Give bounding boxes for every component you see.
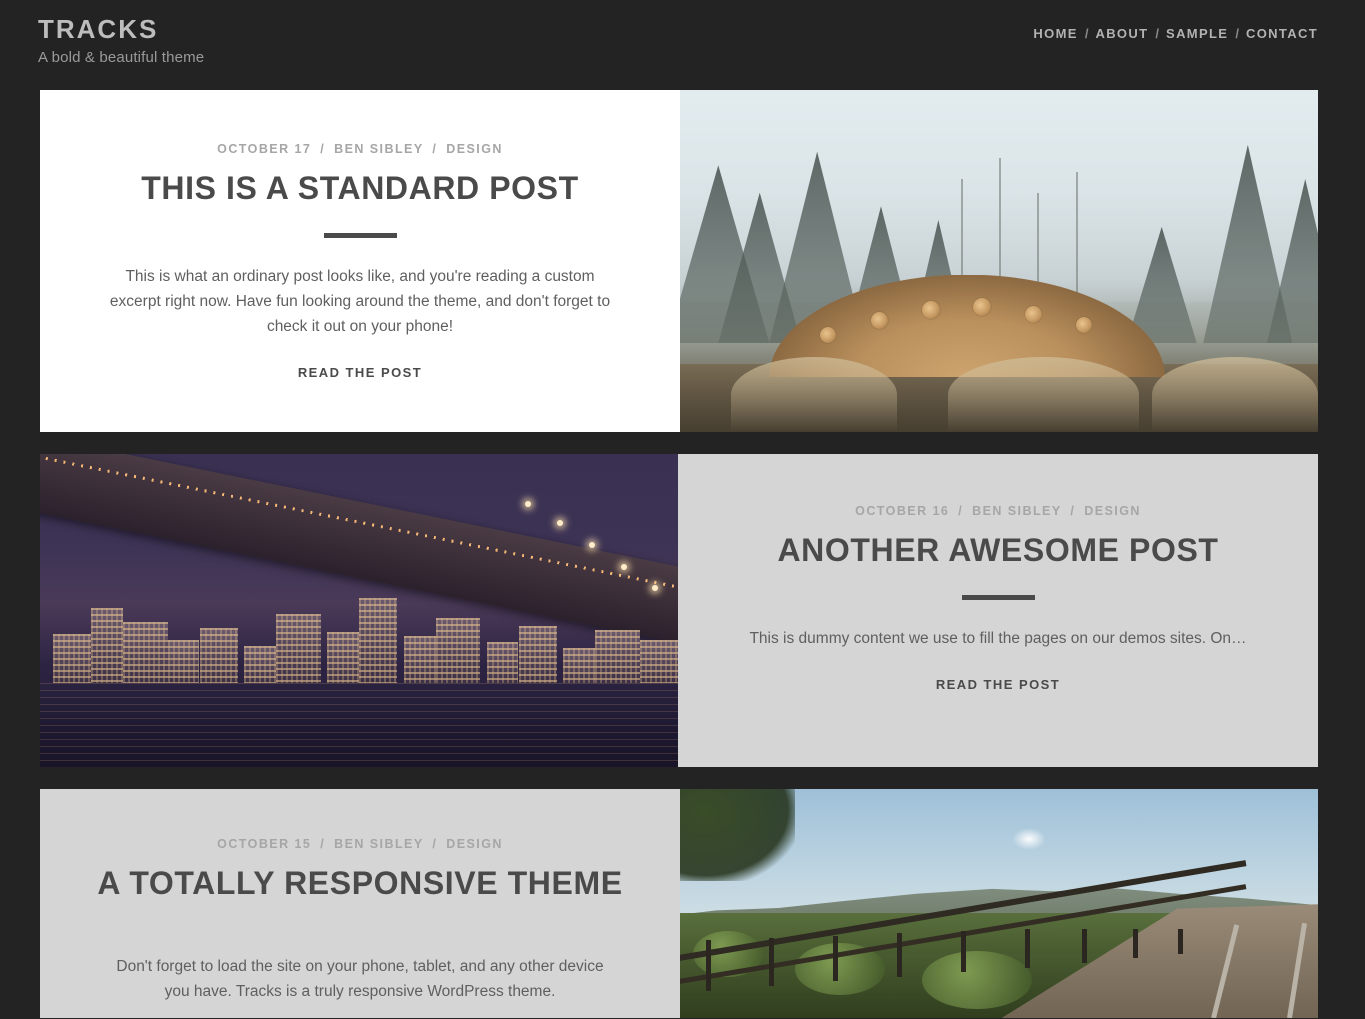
post-date: OCTOBER 17 xyxy=(217,142,312,156)
post-excerpt: Don't forget to load the site on your ph… xyxy=(116,957,604,1000)
post-thumbnail-railway[interactable] xyxy=(680,789,1318,1018)
meta-separator: / xyxy=(958,504,964,518)
post-author[interactable]: BEN SIBLEY xyxy=(334,837,423,851)
read-the-post-link[interactable]: READ THE POST xyxy=(298,365,422,380)
post-author[interactable]: BEN SIBLEY xyxy=(334,142,423,156)
main-navigation: HOME / ABOUT / SAMPLE / CONTACT xyxy=(1033,26,1318,41)
nav-separator: / xyxy=(1235,26,1239,41)
building xyxy=(359,597,398,686)
site-header: TRACKS A bold & beautiful theme HOME / A… xyxy=(0,0,1365,90)
post-card: OCTOBER 16 / BEN SIBLEY / DESIGN ANOTHER… xyxy=(40,454,1318,767)
post-text-panel: OCTOBER 16 / BEN SIBLEY / DESIGN ANOTHER… xyxy=(678,454,1318,767)
meta-separator: / xyxy=(320,837,326,851)
building xyxy=(639,639,678,686)
post-category[interactable]: DESIGN xyxy=(446,142,503,156)
grass-tuft xyxy=(731,356,897,432)
post-category[interactable]: DESIGN xyxy=(446,837,503,851)
post-meta: OCTOBER 17 / BEN SIBLEY / DESIGN xyxy=(217,142,503,156)
log-end xyxy=(1024,305,1042,323)
post-title[interactable]: ANOTHER AWESOME POST xyxy=(777,532,1218,569)
grass-tuft xyxy=(1152,356,1318,432)
forest-image xyxy=(680,90,1318,432)
post-text-panel: OCTOBER 15 / BEN SIBLEY / DESIGN A TOTAL… xyxy=(40,789,680,1018)
building xyxy=(518,625,558,686)
building xyxy=(435,617,481,686)
post-thumbnail-forest[interactable] xyxy=(680,90,1318,432)
site-description: A bold & beautiful theme xyxy=(38,48,205,66)
fence-post xyxy=(960,930,966,973)
post-card: OCTOBER 15 / BEN SIBLEY / DESIGN A TOTAL… xyxy=(40,789,1318,1018)
foreground-tree xyxy=(680,789,795,881)
nav-item-home[interactable]: HOME xyxy=(1033,26,1077,41)
building xyxy=(327,631,359,686)
suspension-light xyxy=(524,500,531,507)
meta-separator: / xyxy=(1070,504,1076,518)
fence-post xyxy=(1081,928,1087,964)
title-divider xyxy=(961,594,1035,600)
post-card: OCTOBER 17 / BEN SIBLEY / DESIGN THIS IS… xyxy=(40,90,1318,432)
fence-post xyxy=(896,933,902,977)
post-author[interactable]: BEN SIBLEY xyxy=(972,504,1061,518)
building xyxy=(595,629,640,686)
post-thumbnail-city[interactable] xyxy=(40,454,678,767)
post-date: OCTOBER 15 xyxy=(217,837,312,851)
building xyxy=(199,627,239,686)
post-date: OCTOBER 16 xyxy=(855,504,950,518)
building xyxy=(486,641,519,686)
meta-separator: / xyxy=(432,837,438,851)
log-end xyxy=(1075,316,1092,333)
bush xyxy=(922,950,1033,1009)
fence-post xyxy=(833,935,839,982)
meta-separator: / xyxy=(432,142,438,156)
post-meta: OCTOBER 15 / BEN SIBLEY / DESIGN xyxy=(217,837,503,851)
water-reflection xyxy=(40,682,678,767)
fence-post xyxy=(769,937,775,986)
nav-separator: / xyxy=(1155,26,1160,41)
fence-post xyxy=(1177,928,1183,954)
grass-tuft xyxy=(947,356,1140,432)
railway-image xyxy=(680,789,1318,1018)
fence-post xyxy=(1132,928,1138,959)
skyline xyxy=(40,585,678,686)
building xyxy=(403,635,436,686)
site-title[interactable]: TRACKS xyxy=(38,14,204,45)
suspension-light xyxy=(620,563,627,570)
building xyxy=(167,639,200,686)
building xyxy=(52,633,92,686)
city-night-image xyxy=(40,454,678,767)
sun-glow xyxy=(1011,827,1046,850)
meta-separator: / xyxy=(320,142,326,156)
nav-item-about[interactable]: ABOUT xyxy=(1095,26,1148,41)
read-the-post-link[interactable]: READ THE POST xyxy=(936,677,1060,692)
nav-item-sample[interactable]: SAMPLE xyxy=(1166,26,1228,41)
nav-item-contact[interactable]: CONTACT xyxy=(1246,26,1318,41)
post-text-panel: OCTOBER 17 / BEN SIBLEY / DESIGN THIS IS… xyxy=(40,90,680,432)
post-meta: OCTOBER 16 / BEN SIBLEY / DESIGN xyxy=(855,504,1141,518)
building xyxy=(244,645,277,686)
post-title[interactable]: A TOTALLY RESPONSIVE THEME xyxy=(97,865,622,902)
suspension-light xyxy=(588,541,595,548)
post-excerpt: This is what an ordinary post looks like… xyxy=(109,267,611,336)
suspension-light xyxy=(556,519,563,526)
post-list: OCTOBER 17 / BEN SIBLEY / DESIGN THIS IS… xyxy=(0,90,1365,1018)
title-divider xyxy=(323,232,397,238)
site-branding: TRACKS A bold & beautiful theme xyxy=(38,14,205,66)
nav-separator: / xyxy=(1084,26,1089,41)
building xyxy=(91,607,123,686)
building xyxy=(563,647,596,686)
post-title[interactable]: THIS IS A STANDARD POST xyxy=(141,170,579,207)
building xyxy=(122,621,168,686)
post-excerpt: This is dummy content we use to fill the… xyxy=(749,629,1247,647)
fence-post xyxy=(1024,928,1030,968)
fence-post xyxy=(705,940,711,991)
building xyxy=(276,613,321,686)
post-category[interactable]: DESIGN xyxy=(1084,504,1141,518)
